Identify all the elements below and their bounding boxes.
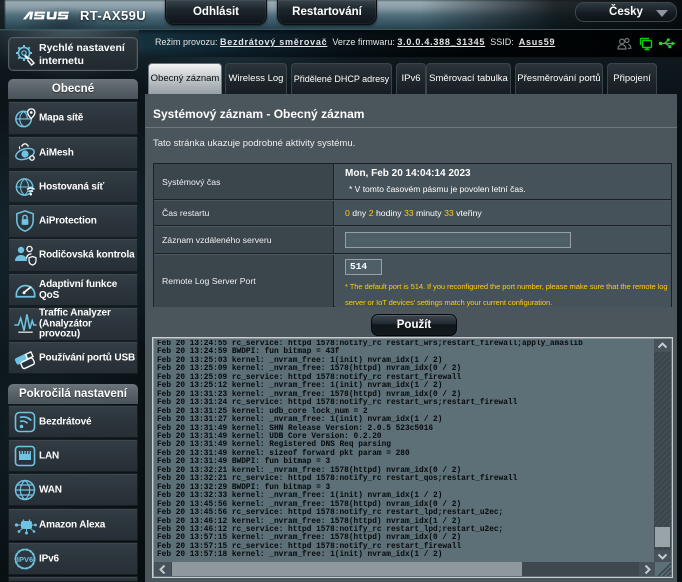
svg-text:IPV6: IPV6	[17, 555, 33, 564]
